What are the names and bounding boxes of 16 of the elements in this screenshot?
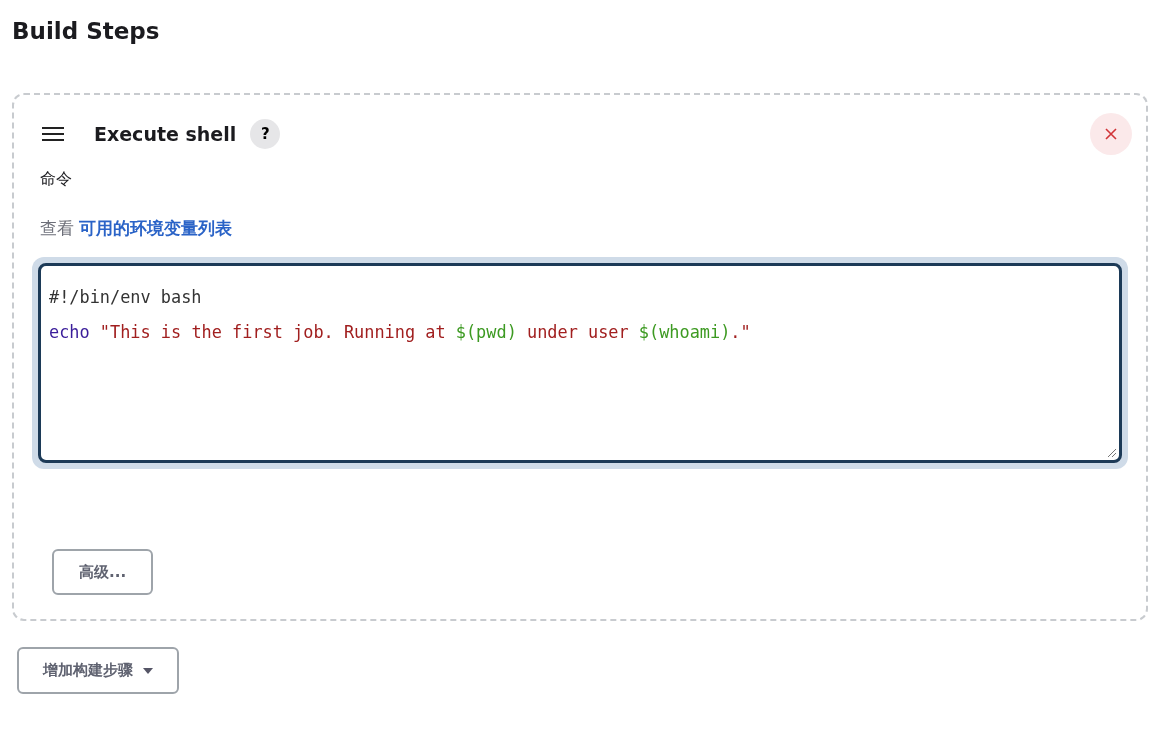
- delete-step-button[interactable]: [1090, 113, 1132, 155]
- code-line: #!/bin/env bash: [49, 286, 203, 309]
- caret-icon: [143, 667, 153, 674]
- help-button[interactable]: ?: [250, 119, 281, 149]
- env-vars-link[interactable]: 可用的环境变量列表: [79, 218, 232, 238]
- code-line: echo "This is the first job. Running at $(pwd) under user $(whoami).": [49, 321, 752, 344]
- add-build-step-button[interactable]: 增加构建步骤: [17, 647, 179, 694]
- hint-text: 查看: [40, 218, 74, 238]
- section-heading: Build Steps: [12, 17, 161, 46]
- code-editor[interactable]: #!/bin/env bash echo "This is the first job. Running at $(pwd) under user $(whoami).": [38, 263, 1122, 463]
- close-icon: [1105, 128, 1117, 140]
- advanced-button[interactable]: 高级...: [52, 549, 154, 595]
- step-title: Execute shell: [94, 123, 237, 145]
- resize-grip-icon[interactable]: [1107, 448, 1116, 457]
- field-label: 命令: [40, 168, 73, 190]
- drag-handle-icon[interactable]: [42, 127, 64, 141]
